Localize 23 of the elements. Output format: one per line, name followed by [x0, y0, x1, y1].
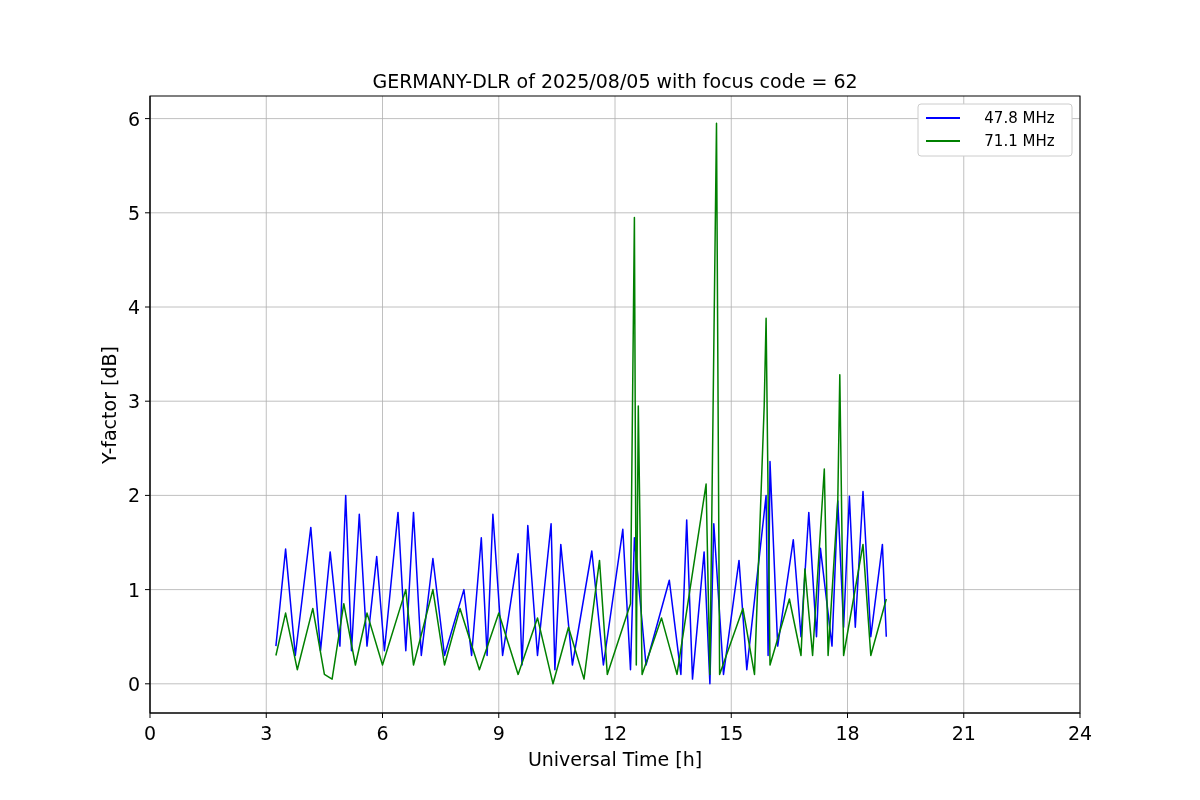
- chart-title: GERMANY-DLR of 2025/08/05 with focus code = 62: [372, 70, 858, 92]
- y-tick-label: 2: [127, 484, 140, 507]
- x-tick-label: 24: [1067, 722, 1093, 744]
- x-axis-label: Universal Time [h]: [527, 748, 703, 770]
- x-tick-label: 12: [602, 722, 628, 744]
- x-tick-label: 3: [260, 722, 273, 744]
- x-tick-label: 21: [951, 722, 976, 744]
- x-tick-label: 9: [492, 722, 505, 744]
- y-tick-label: 3: [127, 390, 140, 413]
- x-tick-label: 15: [719, 722, 744, 744]
- legend-line: [925, 140, 961, 142]
- y-tick-label: 4: [127, 296, 140, 318]
- y-tick-label: 6: [127, 107, 140, 130]
- x-tick-label: 0: [143, 722, 157, 744]
- y-axis-label: Y-factor [dB]: [98, 346, 120, 464]
- legend-label: 47.8 MHz: [984, 109, 1055, 127]
- x-tick-label: 6: [376, 722, 389, 744]
- legend-line: [925, 117, 961, 119]
- y-tick-label: 5: [127, 201, 140, 224]
- y-tick-label: 1: [127, 578, 140, 601]
- legend-label: 71.1 MHz: [984, 132, 1055, 150]
- y-tick-label: 0: [127, 672, 140, 695]
- x-tick-label: 18: [835, 722, 860, 744]
